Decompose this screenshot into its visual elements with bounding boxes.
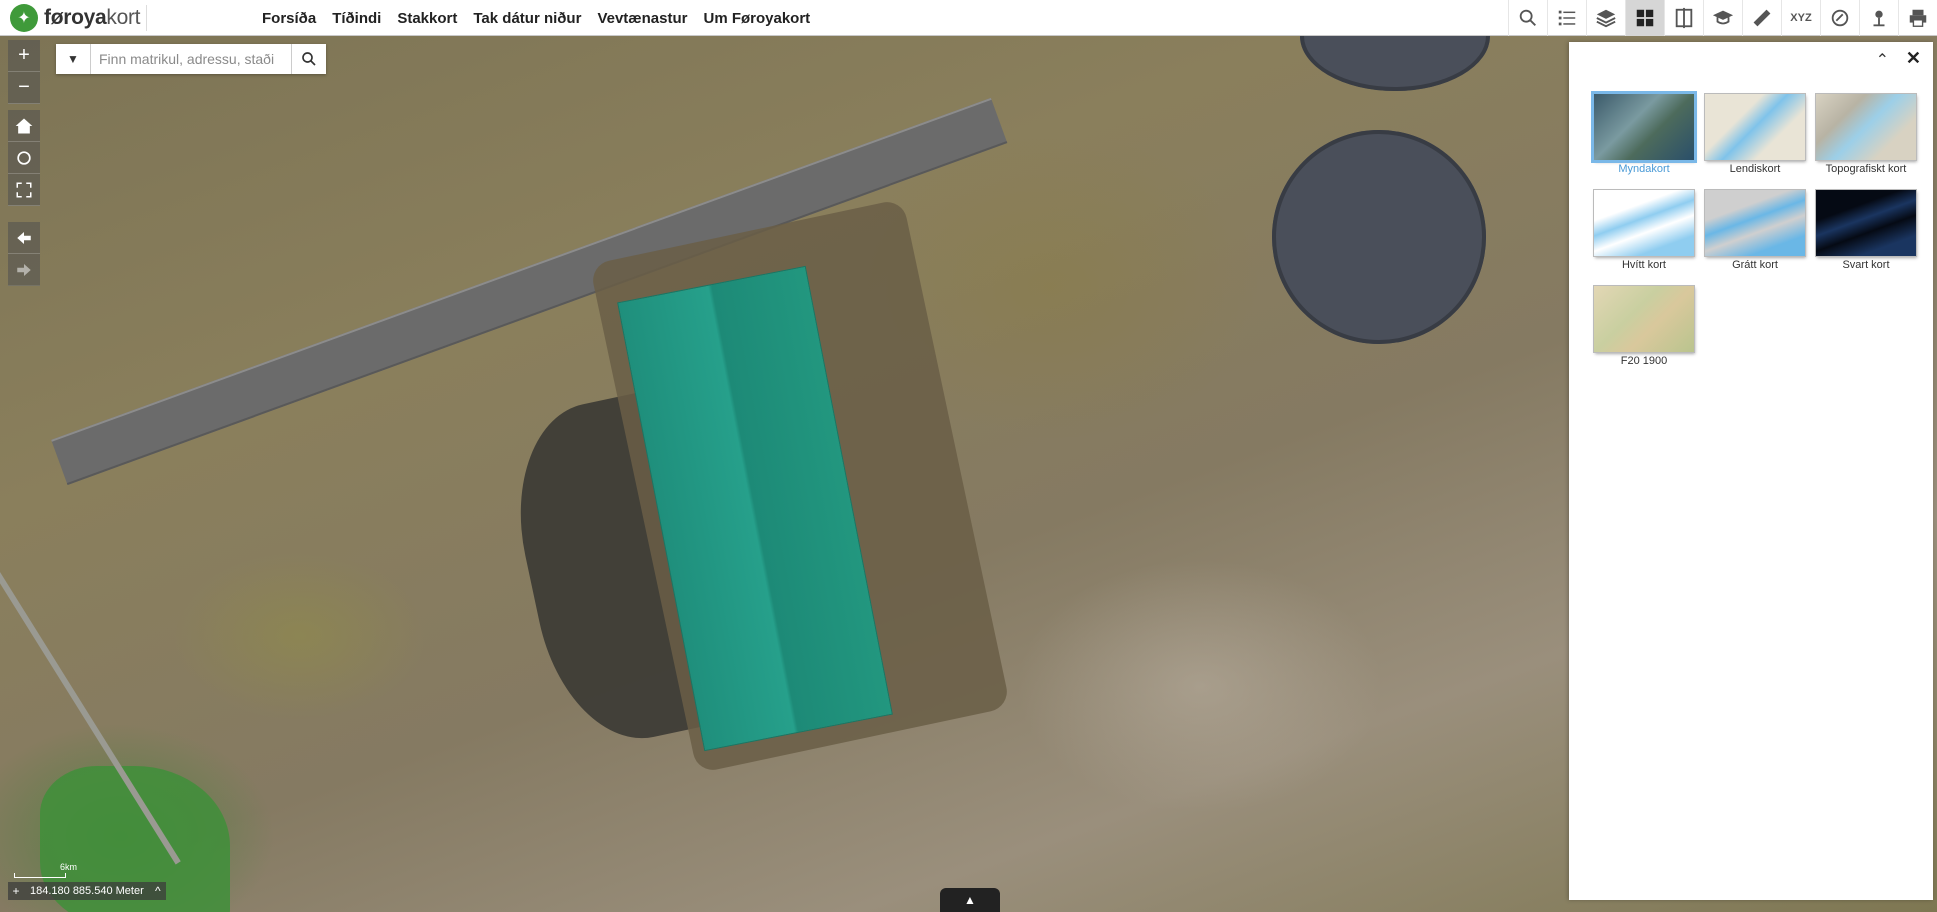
- locate-icon[interactable]: [8, 142, 40, 174]
- history-controls: [8, 222, 40, 286]
- basemap-hvitt-kort[interactable]: Hvítt kort: [1593, 190, 1695, 272]
- compare-icon[interactable]: [1664, 0, 1703, 36]
- xyz-label: XYZ: [1790, 12, 1812, 24]
- basemap-label: F20 1900: [1620, 355, 1668, 367]
- basemap-thumbnail: [1594, 94, 1694, 160]
- map-tank: [1300, 36, 1490, 91]
- coordinate-readout: + 184.180 885.540 Meter ^: [8, 882, 166, 900]
- basemap-thumbnail: [1816, 94, 1916, 160]
- basemap-label: Hvítt kort: [1621, 259, 1666, 271]
- basemap-label: Lendiskort: [1729, 163, 1781, 175]
- draw-icon[interactable]: [1820, 0, 1859, 36]
- zoom-in-button[interactable]: +: [8, 40, 40, 72]
- bottom-panel-toggle[interactable]: ▲: [940, 888, 1000, 912]
- logo-text: føroyakort: [44, 6, 141, 30]
- nav-tak-datur-nidur[interactable]: Tak dátur niður: [473, 10, 581, 27]
- search-list-icon[interactable]: [1508, 0, 1547, 36]
- foroyakort-logo[interactable]: ✦ føroyakort: [10, 3, 141, 33]
- basemap-thumbnail: [1705, 94, 1805, 160]
- education-icon[interactable]: [1703, 0, 1742, 36]
- nav-controls: [8, 110, 40, 206]
- measure-icon[interactable]: [1742, 0, 1781, 36]
- top-bar: ✦ føroyakort Forsíða Tíðindi Stakkort Ta…: [0, 0, 1937, 36]
- zoom-out-button[interactable]: −: [8, 72, 40, 104]
- coordinate-add-icon[interactable]: +: [8, 882, 24, 900]
- basemap-thumbnail: [1816, 190, 1916, 256]
- basemap-thumbnail: [1594, 286, 1694, 352]
- coordinate-text: 184.180 885.540 Meter: [30, 885, 144, 897]
- basemap-svart-kort[interactable]: Svart kort: [1815, 190, 1917, 272]
- xyz-icon[interactable]: XYZ: [1781, 0, 1820, 36]
- search-box: ▼: [56, 44, 326, 74]
- layers-icon[interactable]: [1586, 0, 1625, 36]
- location-icon[interactable]: [1859, 0, 1898, 36]
- main-nav: Forsíða Tíðindi Stakkort Tak dátur niður…: [262, 0, 810, 36]
- scale-bar-label: 6km: [60, 862, 78, 872]
- nav-tidindi[interactable]: Tíðindi: [332, 10, 381, 27]
- collapse-icon[interactable]: ⌃: [1876, 50, 1889, 70]
- basemap-label: Myndakort: [1618, 163, 1670, 175]
- basemap-lendiskort[interactable]: Lendiskort: [1704, 94, 1806, 176]
- nav-vevtaenastur[interactable]: Vevtænastur: [597, 10, 687, 27]
- basemap-label: Grátt kort: [1732, 259, 1778, 271]
- search-icon[interactable]: [291, 44, 326, 74]
- globe-icon: ✦: [10, 4, 38, 32]
- search-dropdown-icon[interactable]: ▼: [56, 44, 91, 74]
- basemap-label: Topografiskt kort: [1825, 163, 1907, 175]
- basemap-thumbnail: [1705, 190, 1805, 256]
- scale-bar-line: [14, 873, 66, 878]
- print-icon[interactable]: [1898, 0, 1937, 36]
- zoom-controls: + −: [8, 40, 40, 104]
- logo-light: kort: [106, 6, 141, 29]
- basemap-panel: ⌃ ✕ Myndakort Lendiskort Topografiskt ko…: [1569, 42, 1933, 900]
- chevron-up-icon[interactable]: ^: [150, 882, 166, 900]
- nav-forsida[interactable]: Forsíða: [262, 10, 316, 27]
- basemap-grid-icon[interactable]: [1625, 0, 1664, 36]
- logo-divider: [146, 5, 147, 31]
- nav-um-foroyakort[interactable]: Um Føroyakort: [703, 10, 810, 27]
- basemap-gallery: Myndakort Lendiskort Topografiskt kort H…: [1593, 94, 1917, 368]
- home-icon[interactable]: [8, 110, 40, 142]
- close-icon[interactable]: ✕: [1906, 48, 1921, 69]
- nav-stakkort[interactable]: Stakkort: [397, 10, 457, 27]
- toolbar: XYZ: [1508, 0, 1937, 36]
- search-input[interactable]: [91, 44, 291, 74]
- forward-arrow-icon[interactable]: [8, 254, 40, 286]
- logo-strong: føroya: [44, 6, 107, 29]
- basemap-label: Svart kort: [1842, 259, 1890, 271]
- basemap-gratt-kort[interactable]: Grátt kort: [1704, 190, 1806, 272]
- basemap-topografiskt-kort[interactable]: Topografiskt kort: [1815, 94, 1917, 176]
- chevron-up-icon: ▲: [964, 893, 976, 907]
- fullscreen-icon[interactable]: [8, 174, 40, 206]
- basemap-myndakort[interactable]: Myndakort: [1593, 94, 1695, 176]
- basemap-thumbnail: [1594, 190, 1694, 256]
- basemap-f20-1900[interactable]: F20 1900: [1593, 286, 1695, 368]
- back-arrow-icon[interactable]: [8, 222, 40, 254]
- legend-list-icon[interactable]: [1547, 0, 1586, 36]
- map-tank: [1272, 130, 1486, 344]
